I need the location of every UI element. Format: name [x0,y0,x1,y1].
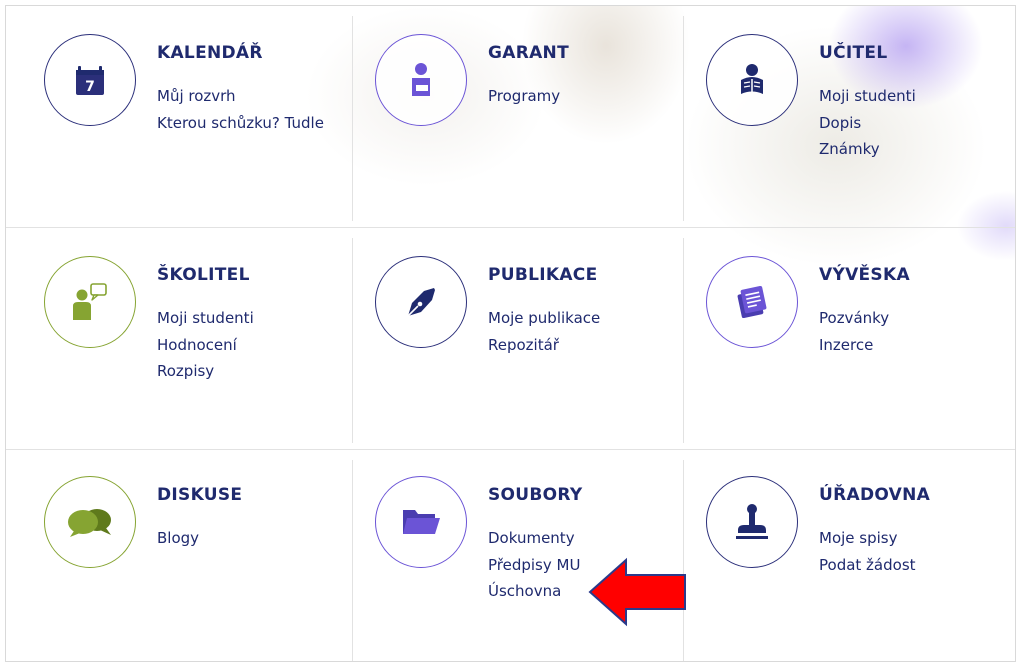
tile-links-vyveska: Pozvánky Inzerce [819,305,889,358]
link-moje-spisy[interactable]: Moje spisy [819,525,916,552]
tile-links-skolitel: Moji studenti Hodnocení Rozpisy [157,305,254,385]
pen-nib-icon[interactable] [375,256,467,348]
tile-links-kalendar: Můj rozvrh Kterou schůzku? Tudle [157,83,324,136]
tile-title-kalendar[interactable]: KALENDÁŘ [157,43,263,63]
tile-links-uradovna: Moje spisy Podat žádost [819,525,916,578]
column-divider [352,460,353,661]
tile-links-publikace: Moje publikace Repozitář [488,305,600,358]
person-with-document-icon[interactable] [375,34,467,126]
link-uschovna[interactable]: Úschovna [488,578,580,605]
link-rozpisy[interactable]: Rozpisy [157,358,254,385]
link-znamky[interactable]: Známky [819,136,916,163]
link-programy[interactable]: Programy [488,83,560,110]
tile-title-garant[interactable]: GARANT [488,43,569,63]
row-divider [6,449,1015,450]
link-inzerce[interactable]: Inzerce [819,332,889,359]
row-divider [6,227,1015,228]
tile-links-ucitel: Moji studenti Dopis Známky [819,83,916,163]
stamp-icon[interactable] [706,476,798,568]
link-moji-studenti[interactable]: Moji studenti [157,305,254,332]
column-divider [683,238,684,443]
teacher-reading-icon[interactable] [706,34,798,126]
link-dokumenty[interactable]: Dokumenty [488,525,580,552]
link-repozitar[interactable]: Repozitář [488,332,600,359]
folder-icon[interactable] [375,476,467,568]
tile-title-publikace[interactable]: PUBLIKACE [488,265,598,285]
red-arrow-annotation [588,557,686,627]
tile-links-garant: Programy [488,83,560,110]
link-predpisy-mu[interactable]: Předpisy MU [488,552,580,579]
column-divider [352,16,353,221]
link-moji-studenti[interactable]: Moji studenti [819,83,916,110]
tile-links-soubory: Dokumenty Předpisy MU Úschovna [488,525,580,605]
tile-title-skolitel[interactable]: ŠKOLITEL [157,265,250,285]
tile-title-vyveska[interactable]: VÝVĚSKA [819,265,910,285]
link-dopis[interactable]: Dopis [819,110,916,137]
dashboard-panel: 7 KALENDÁŘ Můj rozvrh Kterou schůzku? Tu… [5,5,1016,662]
link-podat-zadost[interactable]: Podat žádost [819,552,916,579]
link-kterou-schuzku[interactable]: Kterou schůzku? Tudle [157,110,324,137]
calendar-icon[interactable]: 7 [44,34,136,126]
supervisor-speech-icon[interactable] [44,256,136,348]
tile-title-soubory[interactable]: SOUBORY [488,485,582,505]
background-photo [6,6,1015,466]
link-hodnoceni[interactable]: Hodnocení [157,332,254,359]
calendar-day-number: 7 [85,79,95,95]
tile-title-uradovna[interactable]: ÚŘADOVNA [819,485,930,505]
chat-bubbles-icon[interactable] [44,476,136,568]
notice-board-icon[interactable] [706,256,798,348]
link-moje-publikace[interactable]: Moje publikace [488,305,600,332]
column-divider [352,238,353,443]
tile-title-diskuse[interactable]: DISKUSE [157,485,242,505]
tile-title-ucitel[interactable]: UČITEL [819,43,887,63]
link-pozvanky[interactable]: Pozvánky [819,305,889,332]
tile-links-diskuse: Blogy [157,525,199,552]
link-muj-rozvrh[interactable]: Můj rozvrh [157,83,324,110]
column-divider [683,16,684,221]
link-blogy[interactable]: Blogy [157,525,199,552]
